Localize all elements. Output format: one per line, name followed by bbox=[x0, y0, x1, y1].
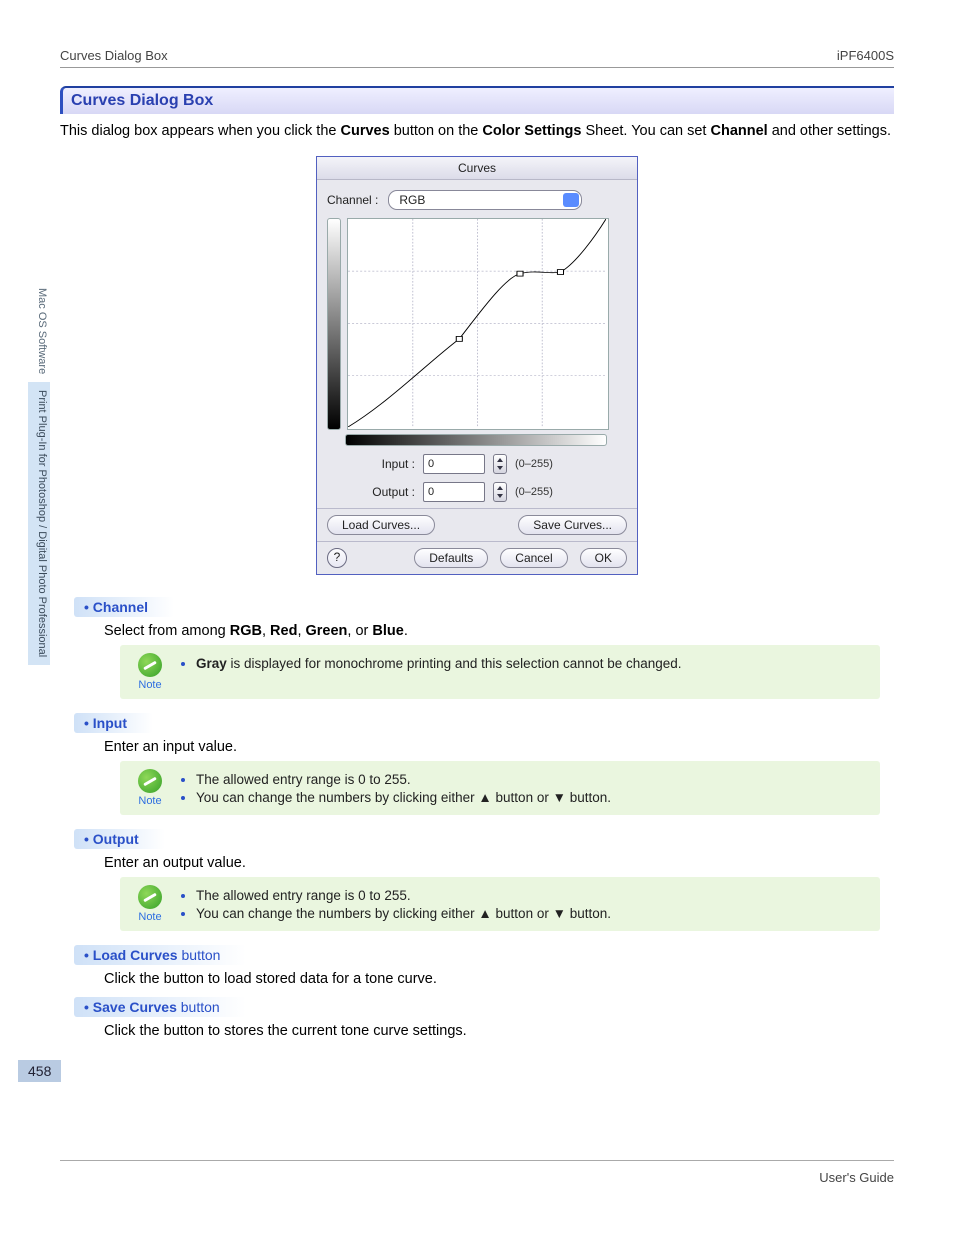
item-save-thin: button bbox=[177, 999, 220, 1015]
header-right: iPF6400S bbox=[837, 48, 894, 63]
curves-plot[interactable] bbox=[347, 218, 609, 430]
ch-b3: Green bbox=[306, 623, 348, 639]
load-curves-button[interactable]: Load Curves... bbox=[327, 515, 435, 535]
intro-frag-1: This dialog box appears when you click t… bbox=[60, 123, 341, 139]
channel-label: Channel : bbox=[327, 193, 378, 207]
note-label: Note bbox=[130, 795, 170, 807]
item-load-bold: Load Curves bbox=[93, 947, 178, 963]
note-ch-gray: Gray bbox=[196, 656, 227, 671]
intro-frag-2: button on the bbox=[390, 123, 483, 139]
input-label: Input : bbox=[357, 457, 415, 471]
item-output-title: Output bbox=[74, 829, 165, 849]
note-output-line1: The allowed entry range is 0 to 255. bbox=[196, 887, 611, 903]
curves-dialog-title: Curves bbox=[317, 157, 637, 180]
header-left: Curves Dialog Box bbox=[60, 48, 168, 63]
item-channel-title: Channel bbox=[74, 597, 174, 617]
ch-b4: Blue bbox=[372, 623, 403, 639]
horizontal-gradient bbox=[345, 434, 607, 446]
intro-frag-3: Sheet. You can set bbox=[581, 123, 710, 139]
item-save-title: Save Curves button bbox=[74, 997, 246, 1017]
item-input-title: Input bbox=[74, 713, 153, 733]
curves-dialog: Curves Channel : RGB bbox=[316, 156, 638, 575]
note-label: Note bbox=[130, 679, 170, 691]
output-field[interactable]: 0 bbox=[423, 482, 485, 502]
input-range: (0–255) bbox=[515, 458, 553, 470]
intro-bold-channel: Channel bbox=[710, 123, 767, 139]
ch-b2: Red bbox=[270, 623, 297, 639]
note-output: Note The allowed entry range is 0 to 255… bbox=[120, 877, 880, 931]
item-save-desc: Click the button to stores the current t… bbox=[104, 1023, 894, 1039]
intro-bold-curves: Curves bbox=[341, 123, 390, 139]
ch-b1: RGB bbox=[230, 623, 262, 639]
ch-c2: , bbox=[297, 623, 305, 639]
input-stepper[interactable] bbox=[493, 454, 507, 474]
input-field[interactable]: 0 bbox=[423, 454, 485, 474]
output-range: (0–255) bbox=[515, 486, 553, 498]
channel-select[interactable]: RGB bbox=[388, 190, 582, 210]
note-label: Note bbox=[130, 911, 170, 923]
note-input-line1: The allowed entry range is 0 to 255. bbox=[196, 771, 611, 787]
ch-p: . bbox=[404, 623, 408, 639]
intro-text: This dialog box appears when you click t… bbox=[60, 122, 894, 142]
note-ch-rest: is displayed for monochrome printing and… bbox=[227, 656, 682, 671]
side-tab-macos[interactable]: Mac OS Software bbox=[28, 280, 50, 382]
ch-a: Select from among bbox=[104, 623, 230, 639]
vertical-gradient bbox=[327, 218, 341, 430]
page-number: 458 bbox=[18, 1060, 61, 1082]
intro-bold-colorset: Color Settings bbox=[482, 123, 581, 139]
cancel-button[interactable]: Cancel bbox=[500, 548, 567, 568]
item-save-bold: Save Curves bbox=[93, 999, 177, 1015]
footer-guide: User's Guide bbox=[819, 1170, 894, 1185]
note-channel: Note Gray is displayed for monochrome pr… bbox=[120, 645, 880, 699]
help-icon[interactable]: ? bbox=[327, 548, 347, 568]
note-input-line2: You can change the numbers by clicking e… bbox=[196, 789, 611, 805]
item-load-thin: button bbox=[178, 947, 221, 963]
side-tabs: Mac OS Software Print Plug-In for Photos… bbox=[28, 280, 50, 665]
defaults-button[interactable]: Defaults bbox=[414, 548, 488, 568]
note-channel-line1: Gray is displayed for monochrome printin… bbox=[196, 655, 682, 671]
note-icon bbox=[138, 653, 162, 677]
section-heading: Curves Dialog Box bbox=[60, 86, 894, 114]
intro-frag-4: and other settings. bbox=[768, 123, 891, 139]
note-output-line2: You can change the numbers by clicking e… bbox=[196, 905, 611, 921]
item-channel-desc: Select from among RGB, Red, Green, or Bl… bbox=[104, 623, 894, 639]
output-stepper[interactable] bbox=[493, 482, 507, 502]
item-load-desc: Click the button to load stored data for… bbox=[104, 971, 894, 987]
side-tab-plugin[interactable]: Print Plug-In for Photoshop / Digital Ph… bbox=[28, 382, 50, 665]
item-input-desc: Enter an input value. bbox=[104, 739, 894, 755]
ch-c1: , bbox=[262, 623, 270, 639]
item-output-desc: Enter an output value. bbox=[104, 855, 894, 871]
note-input: Note The allowed entry range is 0 to 255… bbox=[120, 761, 880, 815]
ok-button[interactable]: OK bbox=[580, 548, 627, 568]
ch-c3: , or bbox=[347, 623, 372, 639]
save-curves-button[interactable]: Save Curves... bbox=[518, 515, 627, 535]
item-load-title: Load Curves button bbox=[74, 945, 246, 965]
note-icon bbox=[138, 885, 162, 909]
note-icon bbox=[138, 769, 162, 793]
output-label: Output : bbox=[357, 485, 415, 499]
